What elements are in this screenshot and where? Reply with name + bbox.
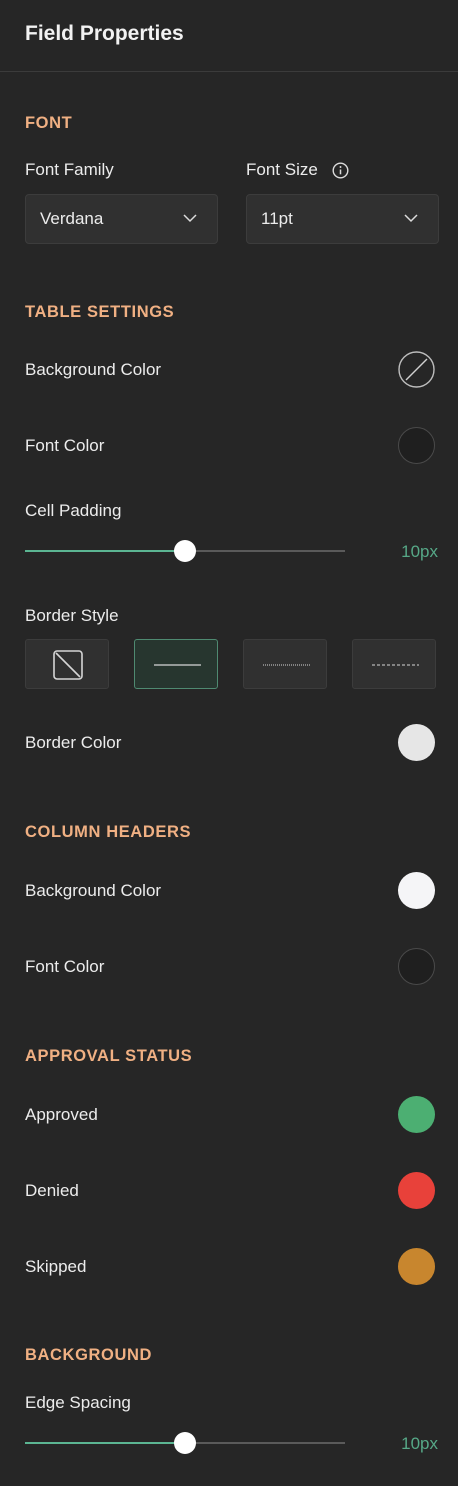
info-icon[interactable] (332, 162, 349, 179)
approved-label: Approved (25, 1105, 98, 1124)
solid-line-icon (154, 664, 201, 666)
border-style-none-button[interactable] (25, 639, 109, 689)
slider-thumb[interactable] (174, 1432, 196, 1454)
edge-spacing-value: 10px (401, 1434, 438, 1453)
denied-label: Denied (25, 1181, 79, 1200)
cell-padding-slider[interactable] (25, 539, 345, 563)
cell-padding-label: Cell Padding (25, 501, 122, 520)
header-background-color-swatch[interactable] (398, 872, 435, 909)
cell-padding-value: 10px (401, 542, 438, 561)
skipped-label: Skipped (25, 1257, 87, 1276)
no-border-icon (53, 650, 83, 680)
font-family-label: Font Family (25, 160, 114, 179)
slider-fill (25, 1442, 185, 1444)
field-properties-panel: Field Properties FONT Font Family Font S… (0, 0, 458, 1486)
panel-title: Field Properties (25, 22, 184, 45)
header-font-color-swatch[interactable] (398, 948, 435, 985)
slider-thumb[interactable] (174, 540, 196, 562)
edge-spacing-label: Edge Spacing (25, 1393, 131, 1412)
table-font-color-label: Font Color (25, 436, 105, 455)
border-color-swatch[interactable] (398, 724, 435, 761)
approved-color-swatch[interactable] (398, 1096, 435, 1133)
border-style-dashed-button[interactable] (352, 639, 436, 689)
panel-header: Field Properties (0, 0, 458, 72)
table-font-color-swatch[interactable] (398, 427, 435, 464)
border-style-solid-button[interactable] (134, 639, 218, 689)
section-title-approval-status: APPROVAL STATUS (25, 1047, 193, 1065)
border-style-label: Border Style (25, 606, 119, 625)
slider-fill (25, 550, 185, 552)
section-title-table-settings: TABLE SETTINGS (25, 303, 175, 321)
font-family-select[interactable]: Verdana (25, 194, 218, 244)
chevron-down-icon (183, 214, 197, 223)
font-size-label: Font Size (246, 160, 318, 179)
font-size-value: 11pt (261, 209, 293, 228)
table-background-color-swatch[interactable] (398, 351, 435, 388)
chevron-down-icon (404, 214, 418, 223)
border-color-label: Border Color (25, 733, 122, 752)
edge-spacing-slider[interactable] (25, 1431, 345, 1455)
font-family-value: Verdana (40, 209, 104, 228)
table-background-color-label: Background Color (25, 360, 162, 379)
dotted-line-icon (263, 664, 310, 666)
border-style-dotted-button[interactable] (243, 639, 327, 689)
section-title-font: FONT (25, 114, 73, 132)
header-font-color-label: Font Color (25, 957, 105, 976)
denied-color-swatch[interactable] (398, 1172, 435, 1209)
skipped-color-swatch[interactable] (398, 1248, 435, 1285)
section-title-column-headers: COLUMN HEADERS (25, 823, 192, 841)
header-background-color-label: Background Color (25, 881, 162, 900)
section-title-background: BACKGROUND (25, 1346, 152, 1364)
dashed-line-icon (372, 664, 419, 666)
no-color-icon (398, 351, 435, 388)
font-size-select[interactable]: 11pt (246, 194, 439, 244)
